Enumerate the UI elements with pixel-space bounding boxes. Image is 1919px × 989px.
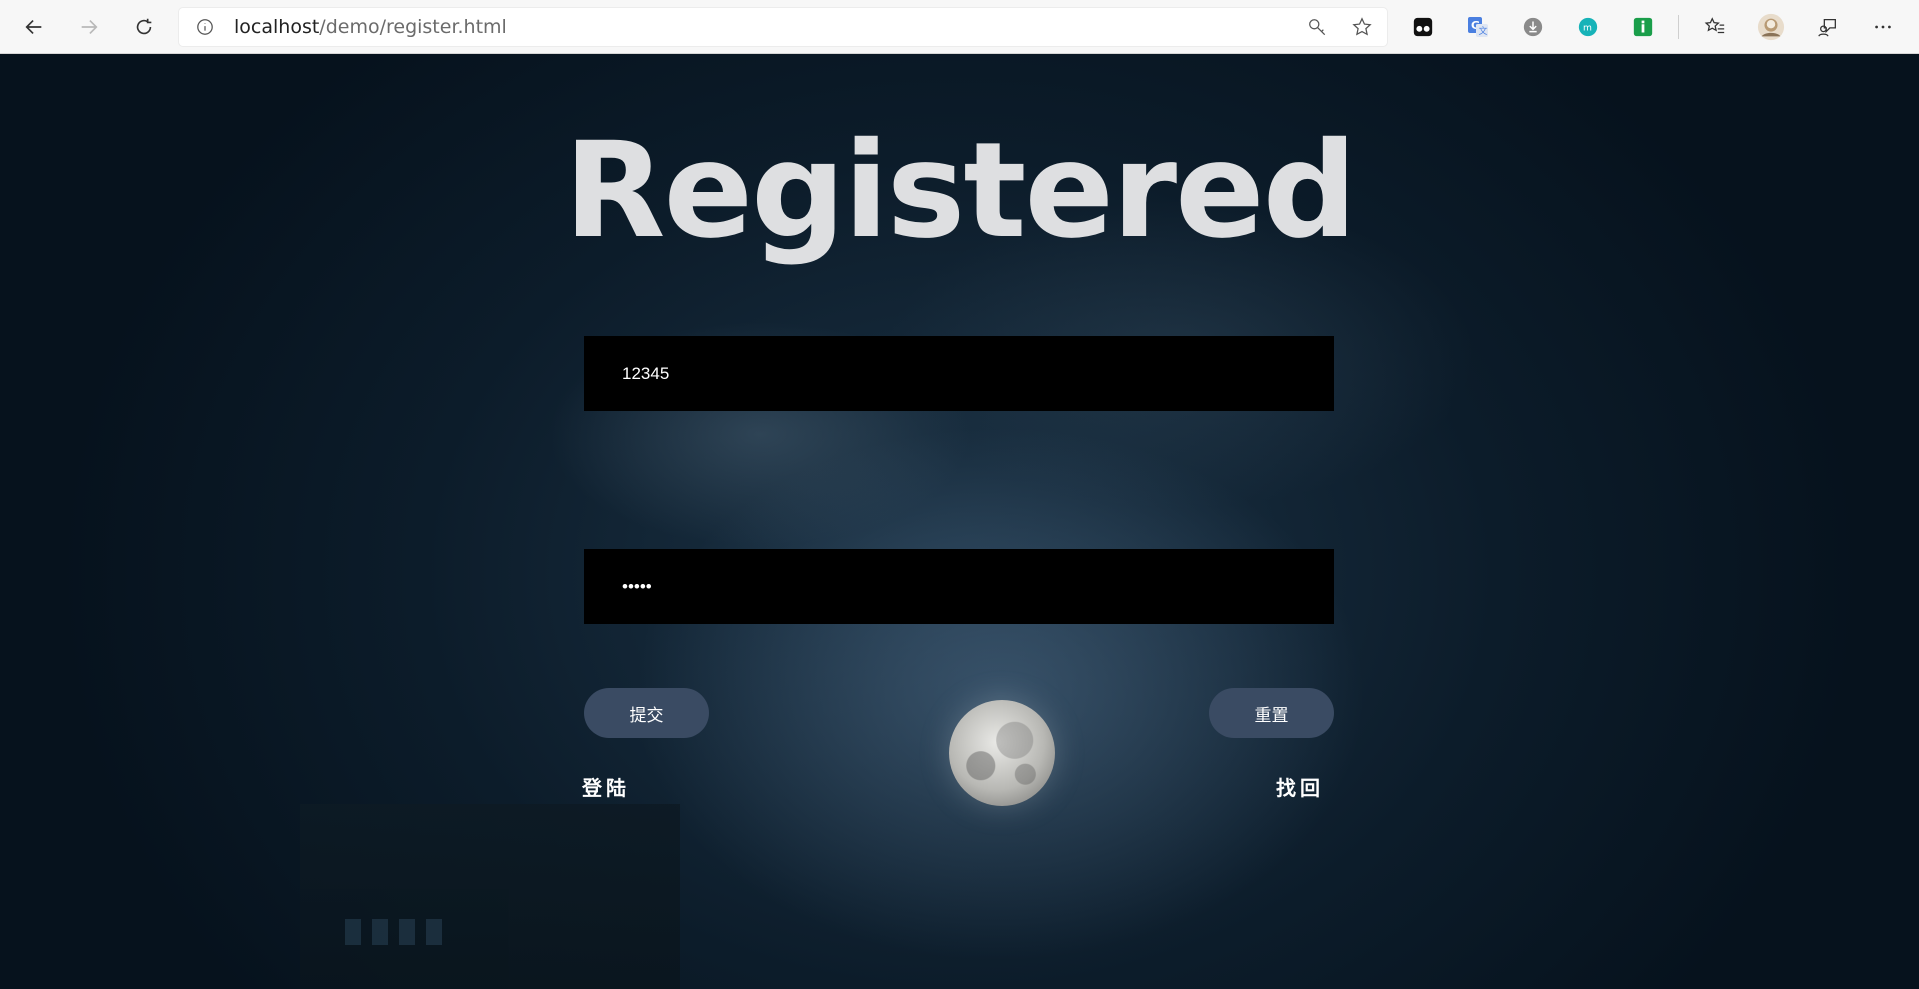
- building-window: [372, 919, 388, 945]
- key-icon[interactable]: [1306, 16, 1328, 38]
- svg-text:m: m: [1583, 23, 1592, 34]
- reset-button[interactable]: 重置: [1209, 688, 1334, 738]
- moon-image: [949, 700, 1055, 806]
- refresh-icon[interactable]: [126, 9, 162, 45]
- profile-avatar-icon[interactable]: [1756, 12, 1786, 42]
- back-icon[interactable]: [16, 9, 52, 45]
- address-bar[interactable]: localhost/demo/register.html: [179, 8, 1387, 46]
- toolbar-separator: [1678, 15, 1679, 39]
- building-window: [426, 919, 442, 945]
- download-icon[interactable]: [1518, 12, 1548, 42]
- login-link[interactable]: 登陆: [582, 772, 630, 801]
- building-window: [345, 919, 361, 945]
- browser-toolbar: localhost/demo/register.html G文 m: [0, 0, 1919, 54]
- page-title: Registered: [563, 114, 1357, 268]
- password-input[interactable]: [584, 549, 1334, 624]
- building-window: [399, 919, 415, 945]
- star-icon[interactable]: [1351, 16, 1373, 38]
- extension-green-icon[interactable]: [1628, 12, 1658, 42]
- submit-button[interactable]: 提交: [584, 688, 709, 738]
- info-icon[interactable]: [195, 17, 215, 37]
- translate-icon[interactable]: G文: [1463, 12, 1493, 42]
- url-text[interactable]: localhost/demo/register.html: [234, 16, 507, 38]
- url-host: localhost: [234, 16, 320, 38]
- favorites-icon[interactable]: [1700, 12, 1730, 42]
- url-path: /demo/register.html: [319, 16, 507, 38]
- tampermonkey-icon[interactable]: [1408, 12, 1438, 42]
- background-building: [300, 804, 680, 989]
- forward-icon[interactable]: [71, 9, 107, 45]
- recover-link[interactable]: 找回: [1276, 772, 1324, 801]
- svg-text:文: 文: [1479, 25, 1488, 37]
- feedback-icon[interactable]: [1813, 12, 1843, 42]
- extension-teal-icon[interactable]: m: [1573, 12, 1603, 42]
- more-icon[interactable]: [1868, 12, 1898, 42]
- register-page: Registered 提交 重置 登陆 找回: [0, 54, 1919, 989]
- username-input[interactable]: [584, 336, 1334, 411]
